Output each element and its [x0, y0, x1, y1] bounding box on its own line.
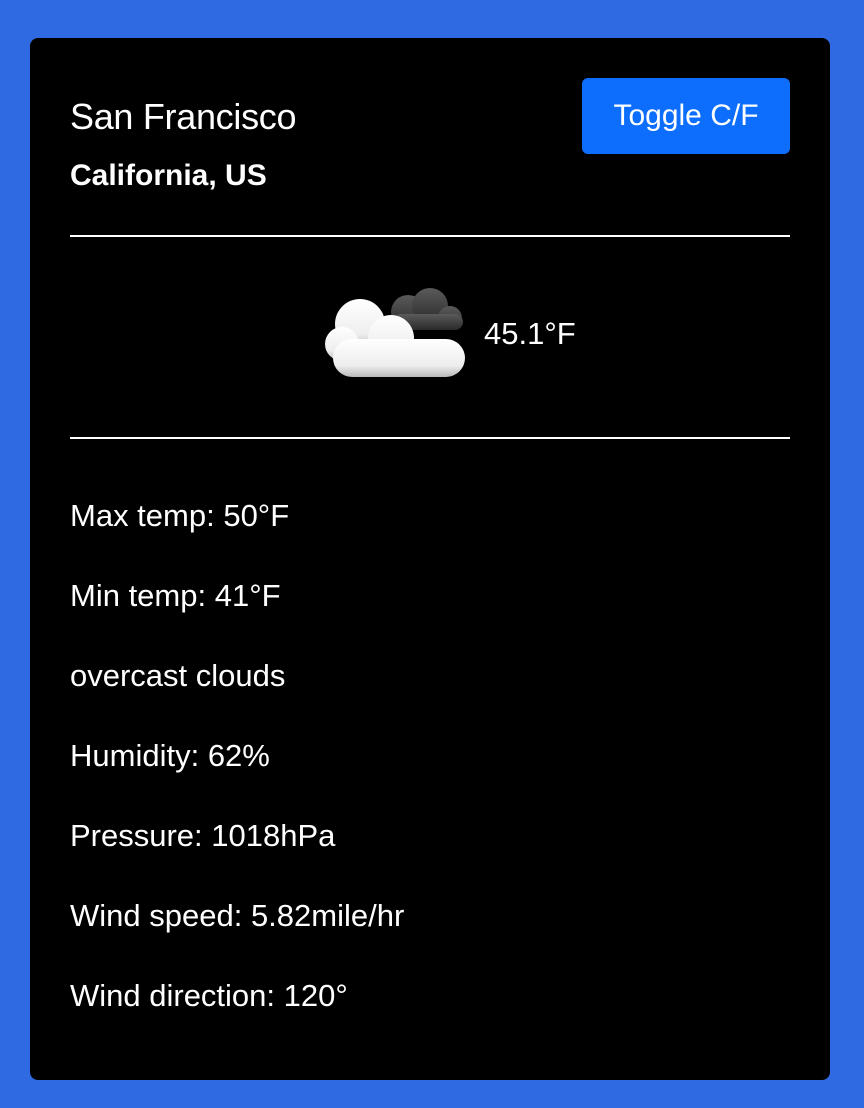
humidity-value: 62%: [207, 738, 270, 773]
wind-speed-label: Wind speed:: [70, 898, 251, 933]
overcast-clouds-icon: [325, 288, 465, 377]
humidity-label: Humidity:: [70, 738, 208, 773]
current-weather: 45.1°F: [30, 278, 830, 388]
max-temp-label: Max temp:: [70, 498, 224, 533]
region-name: California, US: [70, 159, 267, 192]
wind-speed-row: Wind speed: 5.82mile/hr: [70, 876, 790, 956]
weather-description: overcast clouds: [70, 636, 790, 716]
min-temp-label: Min temp:: [70, 578, 215, 613]
divider-top: [70, 235, 790, 237]
toggle-units-button[interactable]: Toggle C/F: [582, 78, 790, 154]
current-temperature: 45.1°F: [484, 316, 576, 351]
min-temp-row: Min temp: 41°F: [70, 556, 790, 636]
humidity-row: Humidity: 62%: [70, 716, 790, 796]
wind-direction-value: 120°: [283, 978, 348, 1013]
divider-bottom: [70, 437, 790, 439]
card-header: San Francisco California, US Toggle C/F: [30, 38, 830, 235]
weather-description-text: overcast clouds: [70, 658, 286, 693]
pressure-value: 1018hPa: [211, 818, 336, 853]
wind-direction-row: Wind direction: 120°: [70, 956, 790, 1036]
max-temp-value: 50°F: [223, 498, 290, 533]
wind-speed-value: 5.82mile/hr: [250, 898, 405, 933]
weather-card: San Francisco California, US Toggle C/F: [30, 38, 830, 1080]
pressure-label: Pressure:: [70, 818, 212, 853]
max-temp-row: Max temp: 50°F: [70, 476, 790, 556]
city-name: San Francisco: [70, 96, 297, 137]
weather-details: Max temp: 50°F Min temp: 41°F overcast c…: [70, 476, 790, 1036]
min-temp-value: 41°F: [214, 578, 281, 613]
wind-direction-label: Wind direction:: [70, 978, 284, 1013]
pressure-row: Pressure: 1018hPa: [70, 796, 790, 876]
